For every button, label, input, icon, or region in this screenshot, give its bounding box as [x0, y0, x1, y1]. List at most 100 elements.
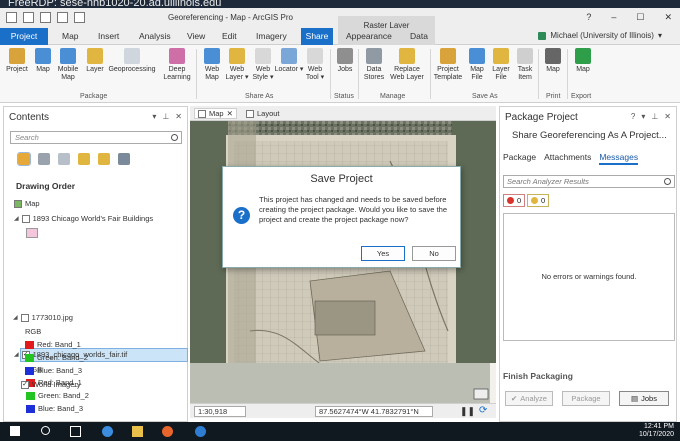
pin-icon[interactable]: ⊥: [651, 112, 658, 121]
jobs-button[interactable]: ▤ Jobs: [619, 391, 669, 406]
no-button[interactable]: No: [412, 246, 456, 261]
coordinate-readout[interactable]: 87.5627474°W 41.7832791°N: [315, 406, 433, 417]
maximize-button[interactable]: ☐: [636, 12, 644, 23]
web-style-icon: [255, 48, 271, 64]
open-project-icon[interactable]: [23, 12, 34, 23]
share-web-style-button[interactable]: Web Style ▾: [249, 48, 277, 82]
task-item-button[interactable]: Task Item: [512, 48, 538, 82]
package-map-button[interactable]: Map: [30, 48, 56, 74]
print-map-button[interactable]: Map: [540, 48, 566, 74]
task-view-icon[interactable]: [70, 426, 81, 437]
contents-search-input[interactable]: Search: [10, 131, 182, 144]
band-blue-row: Blue: Band_3: [26, 404, 83, 413]
pin-icon[interactable]: ⊥: [162, 112, 169, 121]
layer-visibility-checkbox[interactable]: [21, 214, 30, 223]
task-item-icon: [517, 48, 533, 64]
user-account[interactable]: Michael (University of Illinois) ▾: [538, 31, 662, 40]
package-project-button[interactable]: Project: [4, 48, 30, 74]
taskbar: 12:41 PM 10/17/2020: [0, 422, 680, 441]
map-file-button[interactable]: Map File: [464, 48, 490, 82]
layer-row-world-imagery[interactable]: ✓ World Imagery: [21, 380, 81, 389]
tab-appearance[interactable]: Appearance: [346, 31, 392, 41]
layer-visibility-checkbox[interactable]: [20, 313, 29, 322]
drawing-order-icon[interactable]: [17, 152, 31, 166]
pane-options-icon[interactable]: ▾: [641, 112, 645, 121]
close-button[interactable]: ✕: [664, 12, 672, 23]
tab-layout-view[interactable]: Layout: [246, 108, 280, 119]
file-explorer-icon[interactable]: [132, 426, 143, 437]
pane-options-icon[interactable]: ▾: [152, 112, 156, 121]
layer-row-jpg[interactable]: ◢ 1773010.jpg: [13, 313, 73, 322]
map-node[interactable]: Map: [14, 199, 40, 208]
package-button[interactable]: Package: [562, 391, 610, 406]
scale-selector[interactable]: 1:30,918: [194, 406, 246, 417]
buildings-symbol[interactable]: [26, 228, 38, 238]
pause-icon[interactable]: ❚❚: [460, 406, 475, 417]
collapse-icon[interactable]: ◢: [14, 215, 19, 222]
package-mobile-map-button[interactable]: Mobile Map: [55, 48, 81, 82]
close-pane-icon[interactable]: ✕: [664, 112, 671, 121]
tab-insert[interactable]: Insert: [98, 31, 119, 41]
tab-analysis[interactable]: Analysis: [139, 31, 171, 41]
package-geoprocessing-button[interactable]: Geoprocessing: [108, 48, 156, 74]
redo-icon[interactable]: [74, 12, 85, 23]
edge-icon[interactable]: [102, 426, 113, 437]
close-pane-icon[interactable]: ✕: [175, 112, 182, 121]
tab-view[interactable]: View: [187, 31, 205, 41]
help-button[interactable]: ?: [586, 12, 591, 23]
analyze-button[interactable]: ✔ Analyze: [505, 391, 553, 406]
project-template-button[interactable]: Project Template: [432, 48, 464, 82]
tab-edit[interactable]: Edit: [222, 31, 237, 41]
share-web-tool-button[interactable]: Web Tool ▾: [301, 48, 329, 82]
tab-data[interactable]: Data: [410, 31, 428, 41]
layer-row-buildings[interactable]: ◢ 1893 Chicago World's Fair Buildings: [14, 214, 153, 223]
user-icon: [538, 31, 547, 40]
analyzer-search-input[interactable]: Search Analyzer Results: [503, 175, 675, 188]
collapse-icon[interactable]: ◢: [14, 351, 19, 358]
arcgis-pro-icon[interactable]: [195, 426, 206, 437]
snapping-icon[interactable]: [98, 153, 110, 165]
search-icon[interactable]: [41, 426, 50, 435]
messages-area: No errors or warnings found.: [503, 213, 675, 341]
save-icon[interactable]: [40, 12, 51, 23]
tab-project[interactable]: Project: [0, 28, 48, 45]
clock[interactable]: 12:41 PM 10/17/2020: [639, 423, 674, 439]
labeling-icon[interactable]: [118, 153, 130, 165]
package-layer-button[interactable]: Layer: [82, 48, 108, 74]
layer-package-icon: [87, 48, 103, 64]
yes-button[interactable]: Yes: [361, 246, 405, 261]
new-project-icon[interactable]: [6, 12, 17, 23]
minimize-button[interactable]: –: [611, 12, 616, 23]
refresh-icon[interactable]: ⟳: [479, 405, 487, 416]
tab-map-view[interactable]: Map ✕: [194, 108, 237, 119]
user-name: Michael (University of Illinois): [550, 31, 654, 40]
help-icon[interactable]: ?: [631, 112, 635, 121]
layer-file-button[interactable]: Layer File: [488, 48, 514, 82]
windows-start-icon[interactable]: [10, 426, 20, 436]
errors-filter[interactable]: 0: [503, 194, 526, 207]
jobs-button[interactable]: Jobs: [332, 48, 358, 74]
layout-view-icon: [246, 109, 254, 118]
export-map-button[interactable]: Map: [570, 48, 596, 74]
data-stores-button[interactable]: Data Stores: [361, 48, 387, 82]
warnings-filter[interactable]: 0: [527, 194, 550, 207]
tab-messages[interactable]: Messages: [599, 152, 639, 165]
group-separator: [567, 49, 568, 99]
undo-icon[interactable]: [57, 12, 68, 23]
package-deep-learning-button[interactable]: Deep Learning: [160, 48, 194, 82]
editing-icon[interactable]: [78, 153, 90, 165]
selection-icon[interactable]: [58, 153, 70, 165]
tab-map[interactable]: Map: [62, 31, 79, 41]
tab-imagery[interactable]: Imagery: [256, 31, 287, 41]
share-web-layer-button[interactable]: Web Layer ▾: [222, 48, 252, 82]
tab-attachments[interactable]: Attachments: [544, 152, 591, 165]
tab-share[interactable]: Share: [301, 28, 333, 45]
data-source-icon[interactable]: [38, 153, 50, 165]
close-tab-icon[interactable]: ✕: [227, 109, 233, 118]
share-locator-button[interactable]: Locator ▾: [274, 48, 304, 74]
tab-package[interactable]: Package: [503, 152, 536, 165]
firefox-icon[interactable]: [162, 426, 173, 437]
replace-web-layer-button[interactable]: Replace Web Layer: [388, 48, 426, 82]
collapse-icon[interactable]: ◢: [13, 314, 18, 321]
layer-visibility-checkbox[interactable]: ✓: [21, 380, 29, 389]
